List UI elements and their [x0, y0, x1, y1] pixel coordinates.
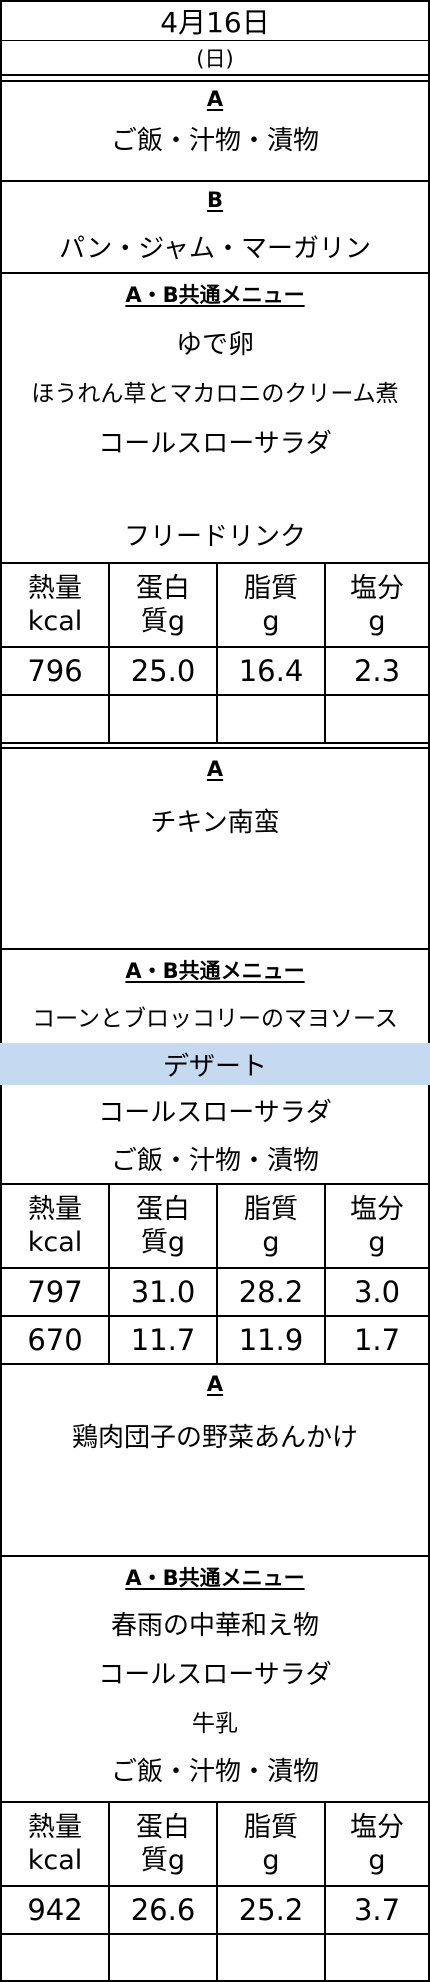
- dinner-fat-2: [218, 1935, 324, 1980]
- header-fat: 脂質 g: [244, 1194, 298, 1258]
- header-fat: 脂質 g: [244, 573, 298, 637]
- menu-sheet: 4月16日 (日) A ご飯・汁物・漬物 B パン・ジャム・マーガリン A・B共…: [0, 0, 430, 1982]
- column-divider: [216, 1185, 218, 1365]
- column-divider: [108, 564, 110, 744]
- dinner-kcal-2: [2, 1935, 108, 1980]
- divider: [0, 742, 430, 744]
- breakfast-menu-item: フリードリンク: [123, 521, 306, 552]
- dinner-a-item: 鶏肉団子の野菜あんかけ: [71, 1422, 358, 1453]
- lunch-fat-2: 11.9: [238, 1323, 304, 1357]
- date-title: 4月16日: [160, 6, 270, 39]
- dinner-kcal: 942: [27, 1893, 83, 1927]
- weekday-label: (日): [196, 46, 234, 71]
- breakfast-kcal-2: [2, 696, 108, 742]
- header-fat: 脂質 g: [244, 1812, 298, 1876]
- lunch-kcal: 797: [27, 1275, 83, 1309]
- dinner-menu-item: ご飯・汁物・漬物: [110, 1756, 319, 1787]
- header-kcal: 熱量 kcal: [27, 1194, 83, 1258]
- lunch-a-label: A: [206, 757, 224, 781]
- lunch-dessert-highlight: デザート: [0, 1043, 430, 1085]
- lunch-fat: 28.2: [238, 1275, 304, 1309]
- dinner-menu-item: コールスローサラダ: [98, 1659, 332, 1690]
- column-divider: [324, 1803, 326, 1982]
- dinner-salt-2: [326, 1935, 428, 1980]
- breakfast-fat: 16.4: [238, 654, 304, 688]
- lunch-salt-2: 1.7: [353, 1323, 401, 1357]
- breakfast-fat-2: [218, 696, 324, 742]
- breakfast-menu-item: ほうれん草とマカロニのクリーム煮: [31, 381, 399, 407]
- lunch-protein: 31.0: [130, 1275, 196, 1309]
- header-kcal: 熱量 kcal: [27, 1812, 83, 1876]
- lunch-menu-item: コールスローサラダ: [98, 1097, 332, 1128]
- lunch-protein-2: 11.7: [130, 1323, 196, 1357]
- header-kcal: 熱量 kcal: [27, 573, 83, 637]
- dinner-common-label: A・B共通メニュー: [125, 1566, 305, 1590]
- breakfast-common-label: A・B共通メニュー: [125, 283, 305, 307]
- lunch-salt: 3.0: [353, 1275, 401, 1309]
- dinner-salt: 3.7: [353, 1893, 401, 1927]
- column-divider: [324, 1185, 326, 1365]
- lunch-common-label: A・B共通メニュー: [125, 959, 305, 983]
- column-divider: [108, 1185, 110, 1365]
- breakfast-a-label: A: [206, 87, 224, 111]
- breakfast-b-item: パン・ジャム・マーガリン: [58, 233, 371, 264]
- divider: [0, 1363, 430, 1365]
- breakfast-kcal: 796: [27, 654, 83, 688]
- header-protein: 蛋白 質g: [136, 573, 190, 637]
- breakfast-menu-item: ゆで卵: [175, 329, 254, 360]
- dinner-menu-item: 牛乳: [192, 1711, 238, 1737]
- divider: [0, 747, 430, 749]
- column-divider: [216, 1803, 218, 1982]
- breakfast-protein: 25.0: [130, 654, 196, 688]
- dinner-fat: 25.2: [238, 1893, 304, 1927]
- breakfast-salt-2: [326, 696, 428, 742]
- divider: [0, 948, 430, 950]
- column-divider: [216, 564, 218, 744]
- lunch-menu-item: コーンとブロッコリーのマヨソース: [32, 1006, 398, 1032]
- divider: [0, 1555, 430, 1557]
- breakfast-a-item: ご飯・汁物・漬物: [110, 125, 319, 156]
- breakfast-b-label: B: [206, 188, 223, 212]
- breakfast-menu-item: コールスローサラダ: [98, 428, 332, 459]
- column-divider: [324, 564, 326, 744]
- header-salt: 塩分 g: [350, 1194, 404, 1258]
- divider: [0, 180, 430, 182]
- lunch-kcal-2: 670: [27, 1323, 83, 1357]
- dinner-protein-2: [110, 1935, 216, 1980]
- divider: [0, 80, 430, 82]
- divider: [0, 272, 430, 274]
- dinner-a-label: A: [206, 1372, 224, 1396]
- lunch-menu-item: ご飯・汁物・漬物: [110, 1145, 319, 1176]
- header-salt: 塩分 g: [350, 1812, 404, 1876]
- breakfast-salt: 2.3: [353, 654, 401, 688]
- breakfast-protein-2: [110, 696, 216, 742]
- header-protein: 蛋白 質g: [136, 1194, 190, 1258]
- column-divider: [108, 1803, 110, 1982]
- header-salt: 塩分 g: [350, 573, 404, 637]
- divider: [0, 74, 430, 76]
- header-protein: 蛋白 質g: [136, 1812, 190, 1876]
- dinner-protein: 26.6: [130, 1893, 196, 1927]
- dinner-menu-item: 春雨の中華和え物: [110, 1610, 319, 1641]
- lunch-a-item: チキン南蛮: [150, 807, 280, 838]
